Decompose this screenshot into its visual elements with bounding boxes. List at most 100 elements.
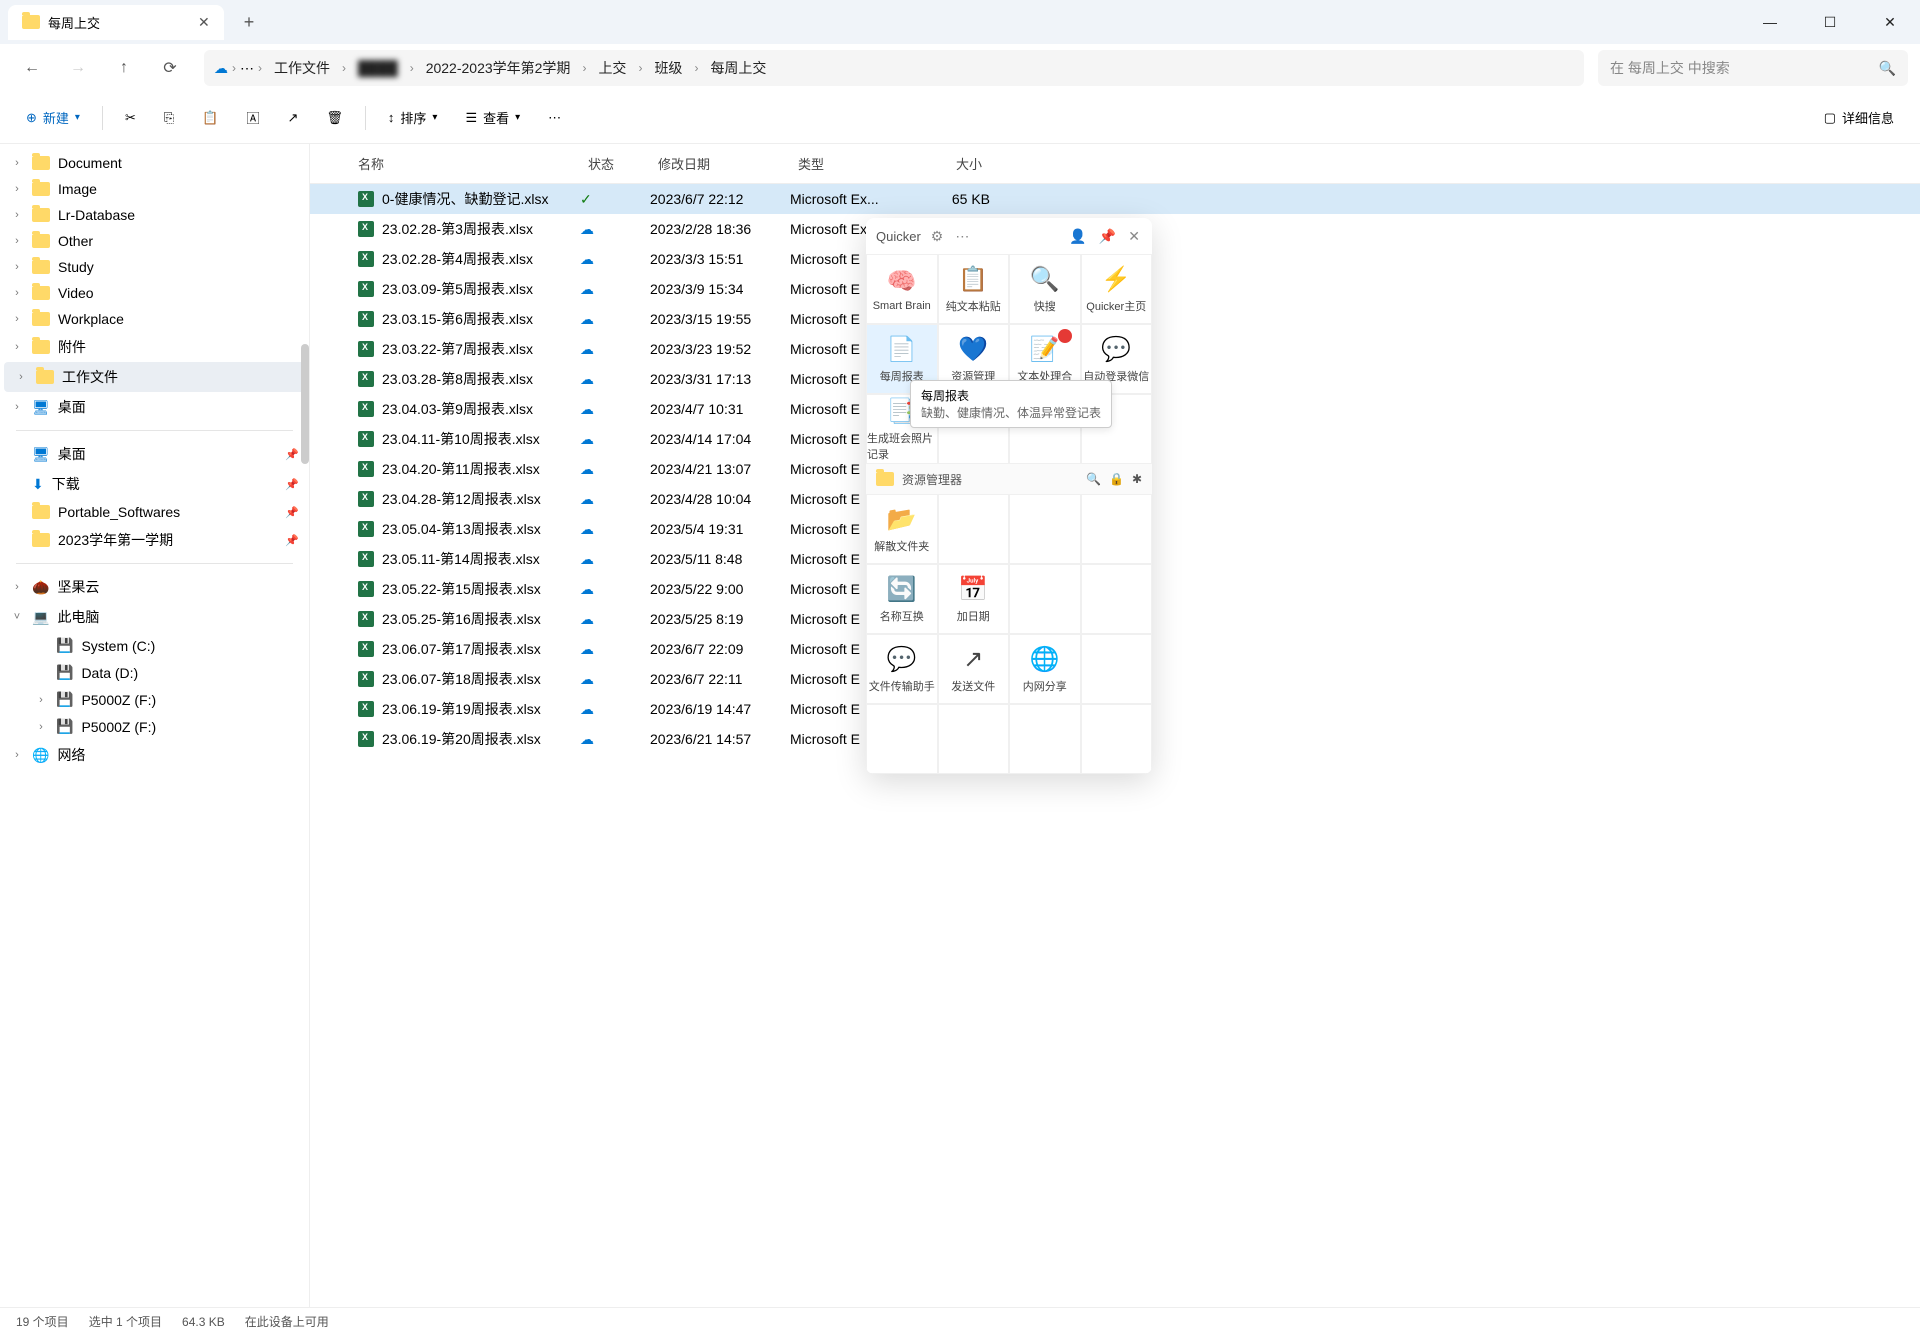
- sidebar-item[interactable]: ›🖥桌面: [0, 392, 309, 422]
- quicker-action[interactable]: ↗发送文件: [938, 634, 1010, 704]
- action-icon: ↗: [963, 645, 983, 674]
- forward-button[interactable]: →: [58, 48, 98, 88]
- sidebar-item[interactable]: Portable_Softwares📌: [0, 499, 309, 525]
- search-icon[interactable]: 🔍: [1086, 472, 1101, 486]
- column-size[interactable]: 大小: [910, 154, 990, 173]
- excel-icon: [358, 701, 374, 717]
- details-pane-button[interactable]: ▢ 详细信息: [1814, 102, 1904, 133]
- view-button[interactable]: ☰ 查看 ▾: [455, 102, 530, 133]
- sidebar-item[interactable]: ›附件: [0, 332, 309, 362]
- sidebar-item[interactable]: ›Document: [0, 150, 309, 176]
- rename-button[interactable]: 🄰: [236, 102, 269, 133]
- minimize-button[interactable]: —: [1740, 0, 1800, 44]
- ellipsis-icon[interactable]: ⋯: [240, 60, 254, 77]
- back-button[interactable]: ←: [12, 48, 52, 88]
- search-input[interactable]: 在 每周上交 中搜索 🔍: [1598, 50, 1908, 86]
- crumb-item[interactable]: 工作文件: [266, 54, 338, 82]
- sidebar-item[interactable]: ›Image: [0, 176, 309, 202]
- quicker-action[interactable]: 🧠Smart Brain: [866, 254, 938, 324]
- delete-button[interactable]: 🗑: [316, 104, 353, 132]
- column-type[interactable]: 类型: [790, 154, 910, 173]
- copy-button[interactable]: ⎘: [154, 104, 184, 132]
- sidebar-item[interactable]: ›Video: [0, 280, 309, 306]
- quicker-action[interactable]: 💬文件传输助手: [866, 634, 938, 704]
- breadcrumb[interactable]: ☁ › ⋯ › 工作文件 › ████ › 2022-2023学年第2学期 › …: [204, 50, 1584, 86]
- onedrive-icon: ☁: [214, 60, 228, 77]
- sidebar-item[interactable]: ›工作文件: [4, 362, 305, 392]
- file-name: 23.04.20-第11周报表.xlsx: [382, 459, 540, 479]
- crumb-item[interactable]: ████: [350, 56, 406, 80]
- refresh-button[interactable]: ⟳: [150, 48, 190, 88]
- column-name[interactable]: 名称: [330, 154, 580, 173]
- share-button[interactable]: ↗: [277, 104, 308, 132]
- settings-icon[interactable]: ✱: [1132, 472, 1142, 486]
- scrollbar-thumb[interactable]: [301, 344, 309, 464]
- sidebar-item[interactable]: 💾Data (D:): [24, 659, 309, 686]
- more-icon[interactable]: ⋯: [953, 226, 971, 247]
- rename-icon: 🄰: [246, 108, 259, 127]
- sidebar-item[interactable]: ˅💻此电脑: [0, 602, 309, 632]
- new-button[interactable]: ⊕ 新建 ▾: [16, 102, 90, 133]
- crumb-item[interactable]: 上交: [590, 54, 634, 82]
- sidebar-label: 2023学年第一学期: [58, 530, 173, 550]
- quicker-action[interactable]: 🌐内网分享: [1009, 634, 1081, 704]
- quicker-action[interactable]: ⚡Quicker主页: [1081, 254, 1153, 324]
- quicker-action[interactable]: 📂解散文件夹: [866, 494, 938, 564]
- lock-icon[interactable]: 🔒: [1109, 472, 1124, 486]
- sidebar-item[interactable]: ›💾P5000Z (F:): [24, 686, 309, 713]
- cut-button[interactable]: ✂: [115, 104, 146, 132]
- sidebar-item[interactable]: ›Lr-Database: [0, 202, 309, 228]
- new-tab-button[interactable]: +: [244, 12, 255, 33]
- sidebar-item[interactable]: ›💾P5000Z (F:): [24, 713, 309, 740]
- copy-icon: ⎘: [164, 110, 174, 126]
- sidebar-item[interactable]: 💾System (C:): [24, 632, 309, 659]
- titlebar: 每周上交 ✕ + — ☐ ✕: [0, 0, 1920, 44]
- folder-icon: [32, 208, 50, 222]
- folder-icon: [32, 234, 50, 248]
- quicker-action: [866, 704, 938, 774]
- more-button[interactable]: ⋯: [538, 104, 571, 132]
- badge-icon: [1058, 329, 1072, 343]
- file-name: 23.06.19-第19周报表.xlsx: [382, 699, 541, 719]
- sidebar-item[interactable]: ›Study: [0, 254, 309, 280]
- file-row[interactable]: 0-健康情况、缺勤登记.xlsx✓2023/6/7 22:12Microsoft…: [310, 184, 1920, 214]
- sidebar-item[interactable]: ›🌰坚果云: [0, 572, 309, 602]
- quicker-header: Quicker ⚙ ⋯ 👤 📌 ✕: [866, 218, 1152, 254]
- crumb-item[interactable]: 每周上交: [702, 54, 774, 82]
- sort-button[interactable]: ↕ 排序 ▾: [378, 102, 448, 133]
- column-status[interactable]: 状态: [580, 154, 650, 173]
- column-date[interactable]: 修改日期: [650, 154, 790, 173]
- quicker-action[interactable]: 📅加日期: [938, 564, 1010, 634]
- close-icon[interactable]: ✕: [1126, 226, 1142, 247]
- sidebar-label: P5000Z (F:): [81, 692, 156, 708]
- quicker-action[interactable]: 🔄名称互换: [866, 564, 938, 634]
- sidebar-item[interactable]: ›🌐网络: [0, 740, 309, 770]
- folder-icon: [32, 340, 50, 354]
- window-tab[interactable]: 每周上交 ✕: [8, 5, 224, 40]
- user-icon[interactable]: 👤: [1067, 226, 1088, 247]
- sidebar-item[interactable]: ›Other: [0, 228, 309, 254]
- tab-close-button[interactable]: ✕: [198, 14, 210, 31]
- crumb-item[interactable]: 班级: [646, 54, 690, 82]
- sidebar-item[interactable]: ›Workplace: [0, 306, 309, 332]
- sidebar-label: Workplace: [58, 311, 124, 327]
- close-button[interactable]: ✕: [1860, 0, 1920, 44]
- maximize-button[interactable]: ☐: [1800, 0, 1860, 44]
- pc-icon: 💻: [32, 609, 49, 626]
- pin-icon[interactable]: 📌: [1097, 226, 1118, 247]
- action-label: 内网分享: [1023, 678, 1067, 694]
- sidebar-item[interactable]: 2023学年第一学期 📌: [0, 525, 309, 555]
- download-icon: ⬇: [32, 476, 44, 493]
- paste-button[interactable]: 📋: [192, 104, 228, 132]
- up-button[interactable]: ↑: [104, 48, 144, 88]
- cloud-icon: ☁: [580, 311, 594, 327]
- sidebar-item[interactable]: ⬇下载📌: [0, 469, 309, 499]
- pin-icon: 📌: [285, 534, 299, 547]
- sidebar-item[interactable]: 🖥桌面📌: [0, 439, 309, 469]
- crumb-item[interactable]: 2022-2023学年第2学期: [418, 54, 579, 82]
- quicker-action[interactable]: 🔍快搜: [1009, 254, 1081, 324]
- share-icon: ↗: [287, 110, 298, 126]
- gear-icon[interactable]: ⚙: [929, 226, 946, 247]
- quicker-action[interactable]: 📋纯文本粘贴: [938, 254, 1010, 324]
- column-headers: 名称 状态 修改日期 类型 大小: [310, 144, 1920, 184]
